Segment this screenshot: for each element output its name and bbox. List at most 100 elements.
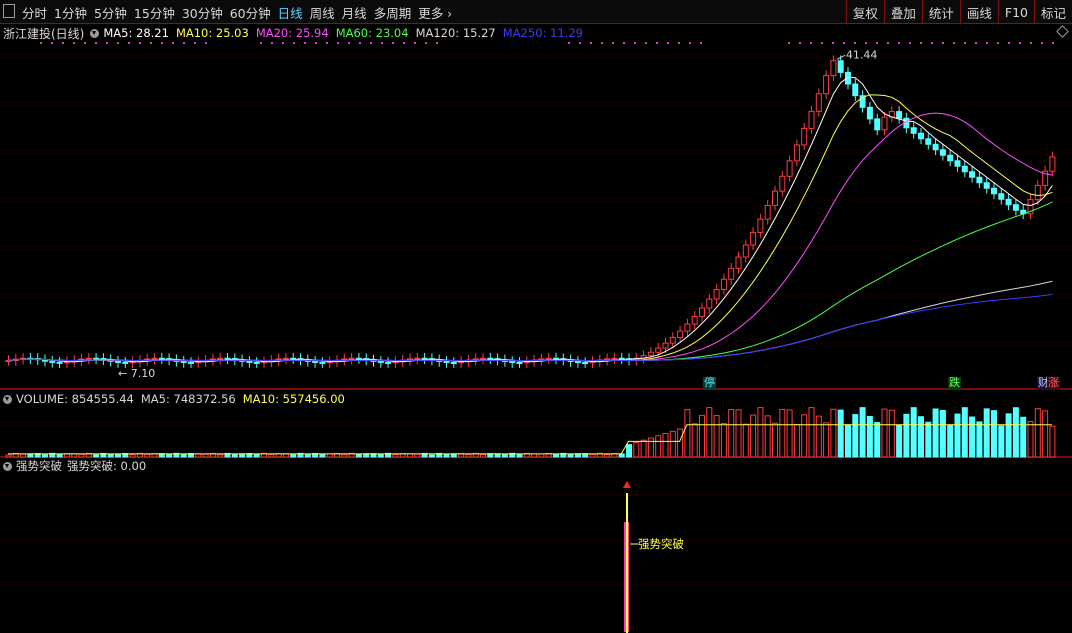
candle-body (655, 347, 662, 353)
candle-body (480, 357, 486, 360)
volume-bar (823, 422, 830, 458)
candle-body (691, 315, 698, 325)
top-marker (95, 42, 97, 44)
top-marker (568, 42, 570, 44)
candle-body (545, 357, 552, 360)
event-flag-1[interactable]: 跌 (948, 377, 961, 390)
volume-bar (115, 453, 121, 458)
volume-values: VOLUME: 854555.44 MA5: 748372.56 MA10: 557… (16, 392, 352, 406)
candle-body (735, 256, 742, 269)
volume-bar (779, 408, 786, 458)
candle-body (991, 187, 997, 195)
top-marker (282, 42, 284, 44)
signal-arrow-icon (623, 481, 631, 488)
volume-bar (231, 453, 238, 458)
volume-bar (888, 409, 895, 458)
top-marker (337, 42, 339, 44)
volume-bar (677, 428, 684, 458)
top-marker (205, 42, 207, 44)
high-label: 41.44 (846, 48, 878, 61)
volume-bar (304, 454, 311, 458)
top-marker (84, 42, 86, 44)
top-marker (612, 42, 614, 44)
top-marker (865, 42, 867, 44)
top-marker (1030, 42, 1032, 44)
volume-bar (947, 425, 954, 458)
candle-body (450, 361, 457, 364)
candle-body (793, 144, 800, 162)
candle-body (56, 361, 63, 364)
volume-bar (764, 415, 771, 458)
volume-bar (166, 453, 173, 458)
candle-body (830, 60, 837, 77)
volume-bar (341, 454, 348, 458)
top-marker (425, 42, 427, 44)
collapse-icon[interactable] (3, 461, 12, 471)
candle-body (699, 307, 705, 317)
candle-body (750, 231, 757, 246)
volume-bar (465, 454, 472, 458)
volume-bar (107, 453, 114, 458)
top-marker (601, 42, 603, 44)
ma-line-1 (8, 94, 1053, 362)
collapse-icon[interactable] (3, 394, 12, 404)
volume-bar (480, 453, 486, 458)
volume-bar (567, 453, 574, 458)
volume-bar (202, 453, 209, 458)
volume-bar (998, 425, 1005, 458)
volume-bar (961, 407, 968, 458)
volume-bar (910, 407, 917, 458)
top-marker (370, 42, 372, 44)
volume-bar (801, 414, 808, 458)
volume-bar (903, 413, 910, 458)
volume-label-1: MA5: 748372.56 (140, 392, 236, 406)
volume-bar (626, 444, 632, 458)
event-flag-0[interactable]: 停 (703, 377, 716, 390)
vol-ma10-line (8, 424, 1052, 455)
candle-body (319, 361, 326, 364)
top-marker (117, 42, 119, 44)
top-marker (579, 42, 581, 44)
top-marker (392, 42, 394, 44)
volume-bar (837, 409, 844, 458)
top-marker (106, 42, 108, 44)
candle-body (918, 132, 924, 140)
top-marker (304, 42, 306, 44)
candle-body (969, 171, 976, 178)
volume-bar (589, 453, 596, 458)
top-marker (62, 42, 64, 44)
volume-bar (742, 423, 749, 458)
volume-bar (976, 421, 983, 458)
volume-bar (786, 409, 793, 458)
volume-bar (516, 454, 523, 458)
volume-bar (983, 408, 990, 458)
volume-bar (1005, 413, 1012, 458)
top-marker (381, 42, 383, 44)
candle-body (684, 323, 691, 332)
candle-body (757, 218, 764, 233)
kline-chart[interactable]: 41.44 ← 7.10 强势突破 (0, 0, 1072, 633)
candle-body (742, 244, 749, 258)
candle-body (910, 127, 917, 134)
volume-bar (1012, 407, 1019, 458)
candle-body (662, 342, 669, 349)
volume-bar (443, 453, 450, 458)
top-marker (183, 42, 185, 44)
top-marker (590, 42, 592, 44)
top-marker (678, 42, 680, 44)
volume-bar (253, 454, 260, 458)
top-marker (645, 42, 647, 44)
volume-bar (553, 454, 559, 458)
event-flag-3[interactable]: 涨 (1047, 377, 1060, 390)
top-marker (315, 42, 317, 44)
candle-body (1012, 204, 1019, 211)
candle-body (881, 116, 888, 131)
candles (5, 55, 1056, 368)
top-marker (942, 42, 944, 44)
top-marker (623, 42, 625, 44)
candle-body (348, 357, 355, 360)
volume-bar (713, 415, 720, 458)
top-marker (150, 42, 152, 44)
top-marker (194, 42, 196, 44)
volume-bar (1049, 425, 1056, 458)
